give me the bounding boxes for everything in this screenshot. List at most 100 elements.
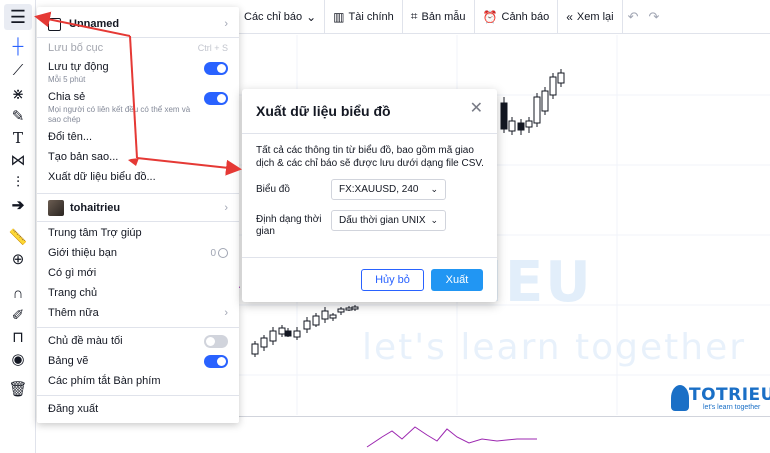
menu-autosave[interactable]: Lưu tự động Mỗi 5 phút: [37, 59, 239, 87]
magnet-tool[interactable]: ∩: [6, 281, 30, 305]
menu-shortcuts[interactable]: Các phím tắt Bàn phím: [37, 371, 239, 391]
menu-more[interactable]: Thêm nữa ›: [37, 303, 239, 323]
avatar: [48, 200, 64, 216]
chevron-down-icon: ⌄: [430, 184, 438, 194]
menu-whats-new[interactable]: Có gì mới: [37, 263, 239, 283]
text-icon: T: [12, 128, 23, 147]
menu-help[interactable]: Trung tâm Trợ giúp: [37, 223, 239, 243]
menu-drawing-panel[interactable]: Bảng vẽ: [37, 351, 239, 371]
brush-tool[interactable]: ✎: [6, 104, 30, 128]
time-format-label: Định dạng thời gian: [256, 214, 322, 237]
crosshair-tool[interactable]: ┼: [6, 34, 30, 58]
menu-user[interactable]: tohaitrieu ›: [37, 197, 239, 219]
visibility-tool[interactable]: ◉: [6, 347, 30, 371]
dark-theme-toggle[interactable]: [204, 334, 228, 348]
replay-icon: «: [566, 9, 573, 24]
chevron-down-icon: ⌄: [430, 215, 438, 225]
menu-icon: ☰: [9, 7, 27, 27]
ruler-tool[interactable]: 📏: [6, 225, 30, 249]
drawing-panel-label: Bảng vẽ: [48, 355, 89, 367]
logo-text: TOTRIEU: [689, 385, 770, 405]
pattern-tool[interactable]: ⋈: [6, 148, 30, 172]
time-format-select[interactable]: Dấu thời gian UNIX ⌄: [331, 210, 446, 231]
layout-icon: [48, 17, 61, 31]
menu-copy[interactable]: Tạo bản sao...: [37, 147, 239, 167]
export-button[interactable]: Xuất: [431, 269, 483, 291]
alerts-button[interactable]: ⏰ Cảnh báo: [475, 0, 559, 34]
text-tool[interactable]: T: [6, 126, 30, 150]
autosave-sub: Mỗi 5 phút: [48, 75, 86, 84]
brand-logo: TOTRIEU let's learn together: [667, 383, 770, 417]
magnet-icon: ∩: [12, 284, 24, 302]
more-label: Thêm nữa: [48, 307, 99, 319]
bar-chart-icon: ▥: [333, 9, 345, 24]
fib-tool[interactable]: ⋇: [6, 82, 30, 106]
brush-icon: ✎: [11, 107, 25, 125]
menu-share[interactable]: Chia sẻ Mọi người có liên kết đều có thể …: [37, 89, 239, 127]
trend-line-tool[interactable]: ⟋: [6, 58, 30, 82]
arrow-tool[interactable]: ➔: [6, 193, 30, 217]
shortcuts-label: Các phím tắt Bàn phím: [48, 375, 161, 387]
dialog-title: Xuất dữ liệu biểu đồ: [256, 103, 391, 119]
share-label: Chia sẻ: [48, 91, 86, 103]
menu-rename[interactable]: Đổi tên...: [37, 127, 239, 147]
template-icon: ⌗: [410, 9, 418, 23]
dark-theme-label: Chủ đề màu tối: [48, 335, 123, 347]
share-toggle[interactable]: [204, 92, 228, 105]
chevron-down-icon: ⌄: [306, 9, 317, 24]
dialog-description: Tất cả các thông tin từ biểu đồ, bao gồm…: [256, 145, 484, 169]
undo-button[interactable]: ↶: [623, 0, 644, 34]
chevron-right-icon: ›: [224, 202, 228, 214]
refer-badge: 0: [210, 248, 228, 259]
logo-icon: [671, 385, 689, 411]
logout-label: Đăng xuất: [48, 403, 99, 415]
menu-save-layout[interactable]: Lưu bố cục Ctrl + S: [37, 39, 239, 57]
share-sub: Mọi người có liên kết đều có thể xem và …: [48, 105, 191, 124]
lock-draw-icon: ✐: [11, 306, 25, 324]
copy-label: Tạo bản sao...: [48, 151, 119, 163]
chart-label: Biểu đồ: [256, 184, 290, 195]
financials-button[interactable]: ▥ Tài chính: [325, 0, 403, 34]
drawing-panel-toggle[interactable]: [204, 354, 228, 368]
autosave-toggle[interactable]: [204, 62, 228, 75]
trend-line-icon: ⟋: [12, 61, 24, 79]
menu-dark-theme[interactable]: Chủ đề màu tối: [37, 331, 239, 351]
logo-subtext: let's learn together: [703, 404, 761, 411]
undo-icon: ↶: [627, 8, 639, 24]
alerts-label: Cảnh báo: [501, 10, 550, 23]
close-icon[interactable]: ✕: [470, 101, 483, 117]
menu-home[interactable]: Trang chủ: [37, 283, 239, 303]
menu-export-data[interactable]: Xuất dữ liệu biểu đồ...: [37, 167, 239, 187]
lock-draw-tool[interactable]: ✐: [6, 303, 30, 327]
menu-refer[interactable]: Giới thiệu bạn 0: [37, 243, 239, 263]
refer-count: 0: [210, 247, 216, 259]
cancel-button[interactable]: Hủy bỏ: [361, 269, 424, 291]
trash-icon: 🗑: [8, 380, 28, 398]
layout-name-label: Unnamed: [69, 18, 120, 30]
pattern-icon: ⋈: [10, 151, 26, 169]
indicators-button[interactable]: Các chỉ báo ⌄: [236, 0, 326, 34]
crosshair-icon: ┼: [12, 37, 24, 55]
templates-button[interactable]: ⌗ Bản mẫu: [403, 0, 475, 34]
help-label: Trung tâm Trợ giúp: [48, 227, 142, 239]
menu-logout[interactable]: Đăng xuất: [37, 399, 239, 419]
redo-button[interactable]: ↷: [644, 0, 665, 34]
financials-label: Tài chính: [348, 10, 394, 23]
fib-icon: ⋇: [11, 85, 25, 103]
menu-button[interactable]: ☰: [4, 4, 32, 30]
replay-button[interactable]: « Xem lại: [558, 0, 623, 34]
menu-layout-name[interactable]: Unnamed ›: [37, 13, 239, 35]
rename-label: Đổi tên...: [48, 131, 93, 143]
home-label: Trang chủ: [48, 287, 98, 299]
zoom-tool[interactable]: ⊕: [6, 247, 30, 271]
chart-select[interactable]: FX:XAUUSD, 240 ⌄: [331, 179, 446, 200]
arrow-icon: ➔: [11, 196, 25, 214]
candles-upper: [500, 69, 565, 135]
top-toolbar: Các chỉ báo ⌄ ▥ Tài chính ⌗ Bản mẫu ⏰ Cả…: [236, 0, 770, 34]
watermark-slogan: let's learn together: [362, 327, 747, 368]
main-menu: Unnamed › Lưu bố cục Ctrl + S Lưu tự độn…: [37, 7, 239, 423]
forecast-tool[interactable]: ⫶: [6, 170, 30, 194]
replay-label: Xem lại: [576, 10, 614, 23]
lock-tool[interactable]: ⊓: [6, 325, 30, 349]
delete-tool[interactable]: 🗑: [6, 377, 30, 401]
